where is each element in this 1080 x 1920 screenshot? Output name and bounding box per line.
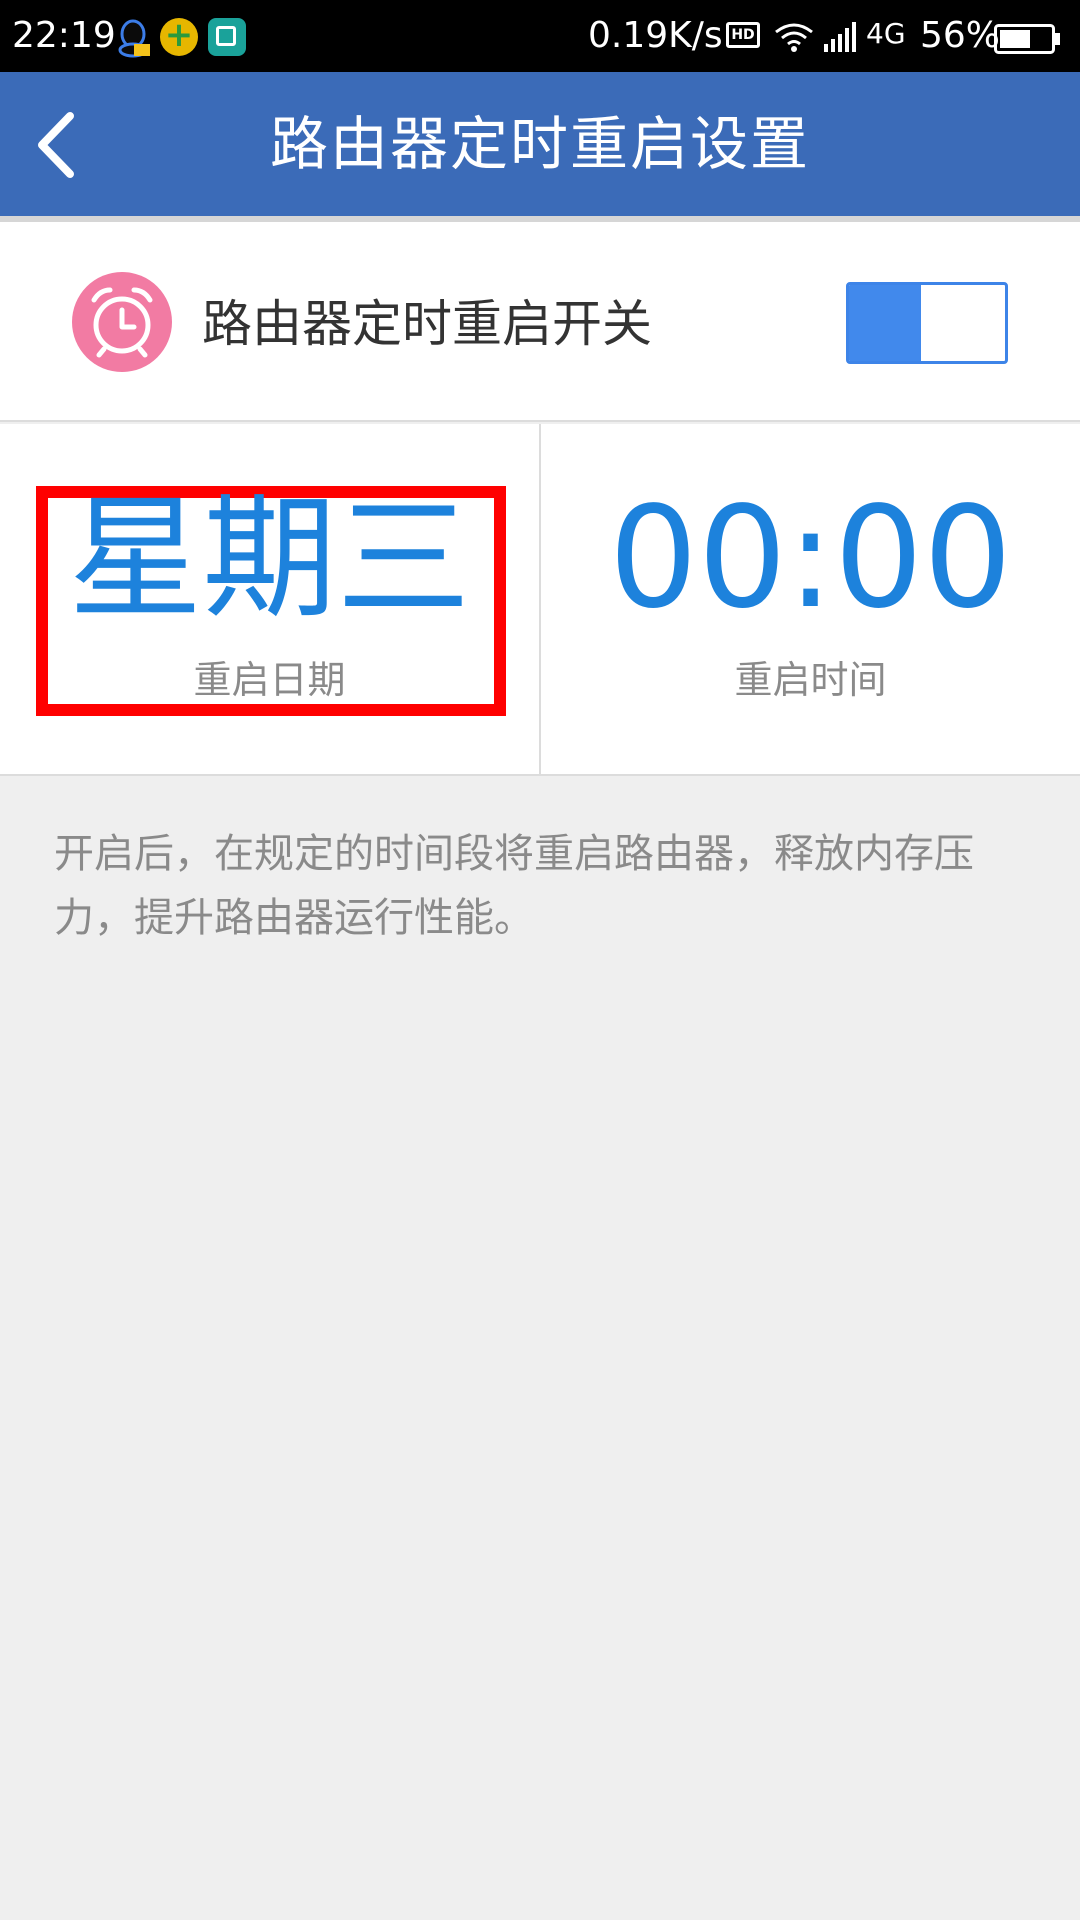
header-bar: 路由器定时重启设置: [0, 72, 1080, 216]
description-text: 开启后，在规定的时间段将重启路由器，释放内存压力，提升路由器运行性能。: [54, 831, 974, 941]
reboot-time-label: 重启时间: [734, 658, 887, 702]
reboot-date-value: 星期三: [68, 481, 471, 637]
reboot-time-value: 00:00: [608, 477, 1013, 640]
status-time: 22:19: [12, 15, 116, 56]
wifi-icon: [773, 22, 815, 52]
status-bar: 22:19 0.19K/s HD 4G 56%: [0, 0, 1080, 72]
battery-icon: [994, 24, 1062, 54]
reboot-date-label: 重启日期: [193, 658, 346, 702]
reboot-toggle-switch[interactable]: [846, 282, 1008, 364]
toggle-on-indicator: [849, 285, 921, 361]
reboot-time-cell[interactable]: 00:00 重启时间: [541, 424, 1080, 774]
network-speed: 0.19K/s: [588, 15, 723, 56]
reboot-date-cell[interactable]: 星期三 重启日期: [0, 424, 539, 774]
reboot-switch-row: 路由器定时重启开关: [0, 222, 1080, 422]
scan-icon: [208, 18, 246, 56]
battery-percent: 56%: [920, 15, 1001, 56]
page-title: 路由器定时重启设置: [269, 110, 810, 178]
plus-circle-icon: [160, 15, 198, 56]
alarm-clock-icon: [72, 272, 172, 372]
signal-icon: [824, 22, 858, 52]
qq-icon: [114, 18, 152, 58]
reboot-schedule-grid: 星期三 重启日期 00:00 重启时间: [0, 424, 1080, 776]
reboot-switch-label: 路由器定时重启开关: [202, 295, 652, 353]
hd-icon: HD: [726, 22, 760, 48]
network-type: 4G: [866, 17, 906, 50]
